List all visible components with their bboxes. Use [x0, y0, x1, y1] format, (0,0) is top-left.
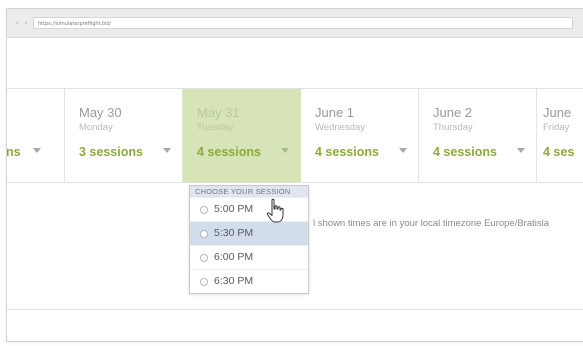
day-sessions-label: 3 sessions [79, 145, 143, 159]
day-column-june-1[interactable]: June 1 Wednesday 4 sessions [301, 89, 419, 182]
session-option-label: 5:00 PM [214, 203, 254, 215]
session-option[interactable]: 6:00 PM [190, 245, 308, 269]
divider [7, 309, 583, 310]
day-column-may-31[interactable]: May 31 Tuesday 4 sessions [183, 89, 301, 182]
timezone-note: l shown times are in your local timezone… [313, 218, 550, 229]
day-weekday: Monday [79, 122, 113, 133]
radio-icon[interactable] [200, 278, 208, 286]
day-sessions-label: ns [6, 145, 21, 159]
session-option-label: 5:30 PM [214, 227, 254, 239]
day-weekday: Wednesday [315, 122, 365, 133]
dropdown-header: CHOOSE YOUR SESSION [190, 186, 308, 197]
caret-down-icon[interactable] [399, 148, 407, 153]
day-date: June [543, 105, 572, 120]
day-column-june-3-partial[interactable]: June Friday 4 ses [537, 89, 583, 182]
session-option-label: 6:30 PM [214, 275, 254, 287]
day-sessions-label: 4 sessions [433, 145, 497, 159]
back-icon[interactable]: ‹ [13, 19, 21, 27]
day-sessions-label: 4 sessions [197, 145, 261, 159]
radio-icon[interactable] [200, 230, 208, 238]
radio-icon[interactable] [200, 254, 208, 262]
day-weekday: Tuesday [197, 122, 234, 133]
session-dropdown[interactable]: CHOOSE YOUR SESSION 5:00 PM 5:30 PM 6:00… [189, 185, 309, 294]
browser-toolbar: ‹ › https://simulatorpreflight.biz/ [7, 9, 583, 38]
address-bar[interactable]: https://simulatorpreflight.biz/ [33, 17, 573, 29]
session-option-label: 6:00 PM [214, 251, 254, 263]
day-weekday: Thursday [433, 122, 473, 133]
forward-icon[interactable]: › [22, 19, 30, 27]
session-option-hovered[interactable]: 5:30 PM [190, 221, 308, 245]
day-column-may-30[interactable]: May 30 Monday 3 sessions [65, 89, 183, 182]
caret-down-icon[interactable] [33, 148, 41, 153]
session-option[interactable]: 5:00 PM [190, 197, 308, 221]
caret-down-icon[interactable] [163, 148, 171, 153]
caret-down-icon[interactable] [517, 148, 525, 153]
page-header-area [7, 38, 583, 89]
day-sessions-label: 4 ses [543, 145, 575, 159]
day-date: June 1 [315, 105, 355, 120]
day-selector: ns May 30 Monday 3 sessions May 31 Tuesd… [7, 89, 583, 183]
day-date: May 30 [79, 105, 122, 120]
day-date: June 2 [433, 105, 473, 120]
radio-icon[interactable] [200, 206, 208, 214]
day-sessions-label: 4 sessions [315, 145, 379, 159]
caret-down-icon[interactable] [281, 148, 289, 153]
app-frame: ‹ › https://simulatorpreflight.biz/ ns M… [6, 8, 583, 342]
hand-pointer-icon [266, 198, 284, 223]
day-column-partial-left[interactable]: ns [6, 89, 65, 182]
session-option[interactable]: 6:30 PM [190, 269, 308, 293]
day-column-june-2[interactable]: June 2 Thursday 4 sessions [419, 89, 537, 182]
day-date: May 31 [197, 105, 240, 120]
day-weekday: Friday [543, 122, 570, 133]
